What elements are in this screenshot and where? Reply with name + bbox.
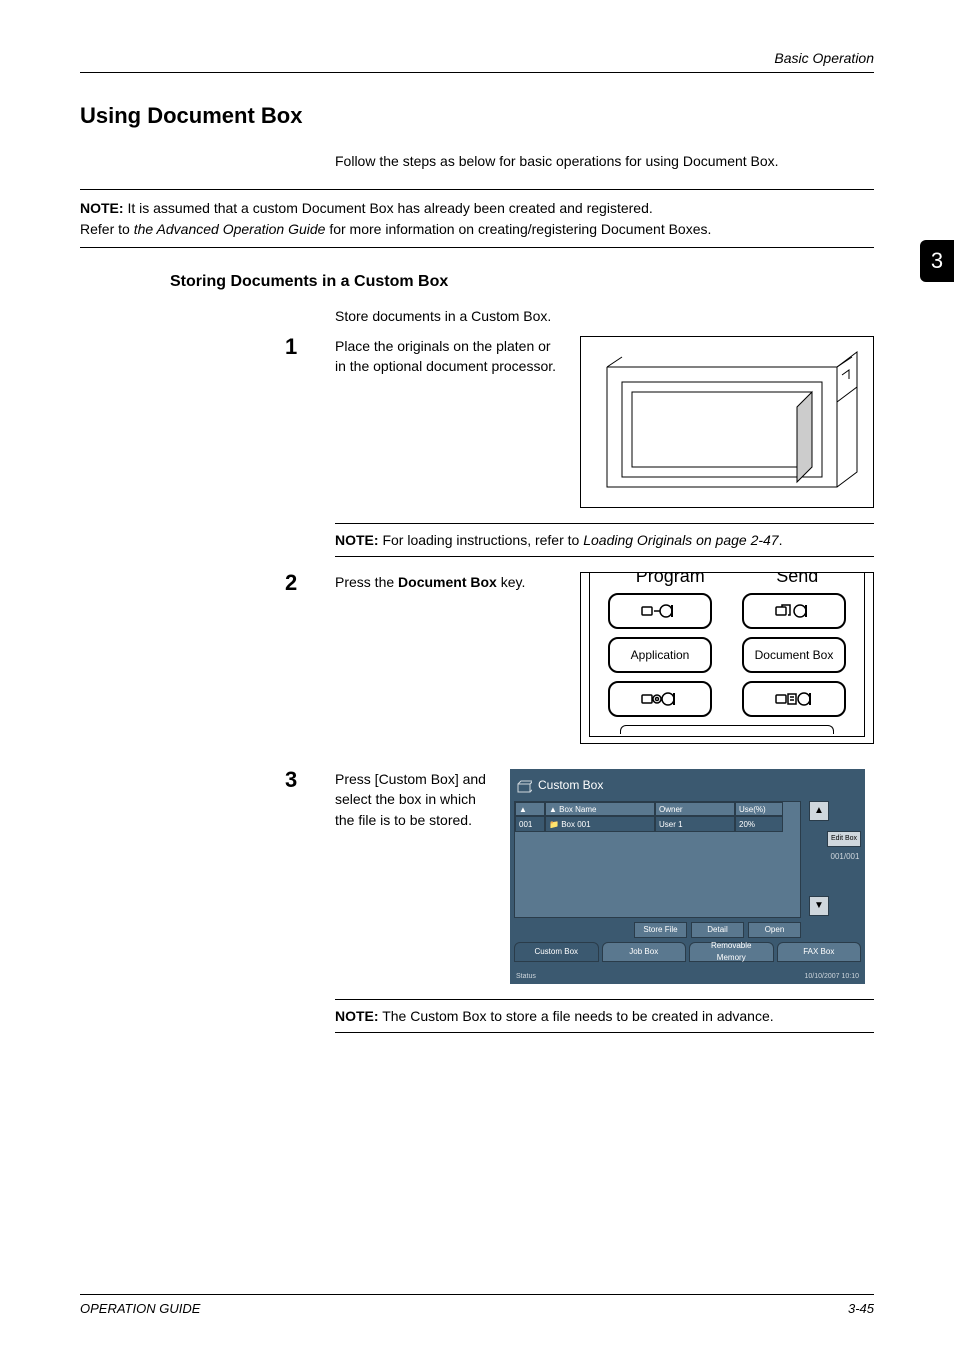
- note-italic: the Advanced Operation Guide: [134, 221, 326, 237]
- col-header-no[interactable]: ▲ No.: [515, 802, 545, 816]
- cell-owner: User 1: [655, 816, 735, 832]
- section-heading: Storing Documents in a Custom Box: [170, 273, 874, 291]
- page-indicator: 001/001: [829, 851, 861, 863]
- screen-title-bar: Custom Box: [514, 773, 861, 800]
- footer-right: 3-45: [848, 1301, 874, 1316]
- header-rule: [80, 72, 874, 73]
- step-1: 1 Place the originals on the platen or i…: [80, 336, 874, 508]
- note-italic: Loading Originals on page 2-47: [583, 532, 778, 548]
- note-label: NOTE:: [80, 200, 124, 216]
- note-box-1: NOTE: It is assumed that a custom Docume…: [80, 189, 874, 248]
- note-text: It is assumed that a custom Document Box…: [124, 200, 653, 216]
- step-text: Press the Document Box key.: [335, 572, 565, 744]
- store-file-button[interactable]: Store File: [634, 922, 687, 938]
- scroll-up-button[interactable]: ▲: [809, 801, 829, 821]
- application-key[interactable]: [608, 681, 712, 717]
- note-text: For loading instructions, refer to: [379, 532, 584, 548]
- open-button[interactable]: Open: [748, 922, 801, 938]
- note-text: for more information on creating/registe…: [325, 221, 711, 237]
- custom-box-screen: Custom Box ▲ No. ▲ Box Name Owner Use(%)…: [510, 769, 865, 984]
- status-label[interactable]: Status: [516, 972, 536, 982]
- step-text-bold: Document Box: [398, 574, 497, 590]
- box-icon: [516, 778, 532, 794]
- platen-illustration: [580, 336, 874, 508]
- key-label-program: Program: [636, 572, 705, 589]
- key-label-send: Send: [776, 572, 818, 589]
- document-box-key-label: Document Box: [742, 637, 846, 673]
- step-number: 2: [80, 572, 335, 594]
- cell-use: 20%: [735, 816, 783, 832]
- status-datetime: 10/10/2007 10:10: [805, 972, 860, 982]
- step-number: 3: [80, 769, 335, 791]
- tab-removable-memory[interactable]: Removable Memory: [689, 942, 774, 962]
- tab-job-box[interactable]: Job Box: [602, 942, 687, 962]
- table-row[interactable]: 001 📁 Box 001 User 1 20%: [515, 816, 800, 832]
- step-text-part: key.: [497, 574, 526, 590]
- step-2: 2 Press the Document Box key. Program Se…: [80, 572, 874, 744]
- step-3: 3 Press [Custom Box] and select the box …: [80, 769, 874, 984]
- col-header-use[interactable]: Use(%): [735, 802, 783, 816]
- note-text: .: [779, 532, 783, 548]
- note-label: NOTE:: [335, 1008, 379, 1024]
- chapter-tab: 3: [920, 240, 954, 282]
- tab-custom-box[interactable]: Custom Box: [514, 942, 599, 962]
- step-number: 1: [80, 336, 335, 358]
- note-text: The Custom Box to store a file needs to …: [379, 1008, 774, 1024]
- scroll-down-button[interactable]: ▼: [809, 896, 829, 916]
- step-text-part: Press the: [335, 574, 398, 590]
- note-label: NOTE:: [335, 532, 379, 548]
- footer-left: OPERATION GUIDE: [80, 1301, 200, 1316]
- section-intro: Store documents in a Custom Box.: [335, 306, 874, 326]
- cell-name: 📁 Box 001: [545, 816, 655, 832]
- cell-no: 001: [515, 816, 545, 832]
- program-key[interactable]: [608, 593, 712, 629]
- col-header-owner[interactable]: Owner: [655, 802, 735, 816]
- detail-button[interactable]: Detail: [691, 922, 744, 938]
- send-key[interactable]: [742, 593, 846, 629]
- chapter-header: Basic Operation: [80, 50, 874, 66]
- col-header-name[interactable]: ▲ Box Name: [545, 802, 655, 816]
- note-box-2: NOTE: For loading instructions, refer to…: [335, 523, 874, 557]
- application-key-label: Application: [608, 637, 712, 673]
- keypad-illustration: Program Send Application: [580, 572, 874, 744]
- screen-title: Custom Box: [538, 777, 603, 794]
- page-content: Basic Operation Using Document Box Follo…: [0, 0, 954, 1033]
- document-box-key[interactable]: [742, 681, 846, 717]
- edit-box-button[interactable]: Edit Box: [827, 831, 861, 847]
- step-text: Press [Custom Box] and select the box in…: [335, 769, 495, 984]
- intro-text: Follow the steps as below for basic oper…: [335, 151, 874, 171]
- box-list-table: ▲ No. ▲ Box Name Owner Use(%) 001 📁 Box …: [514, 801, 801, 918]
- page-footer: OPERATION GUIDE 3-45: [80, 1294, 874, 1316]
- tab-fax-box[interactable]: FAX Box: [777, 942, 862, 962]
- note-box-3: NOTE: The Custom Box to store a file nee…: [335, 999, 874, 1033]
- page-title: Using Document Box: [80, 103, 874, 129]
- note-text: Refer to: [80, 221, 134, 237]
- step-text: Place the originals on the platen or in …: [335, 336, 565, 508]
